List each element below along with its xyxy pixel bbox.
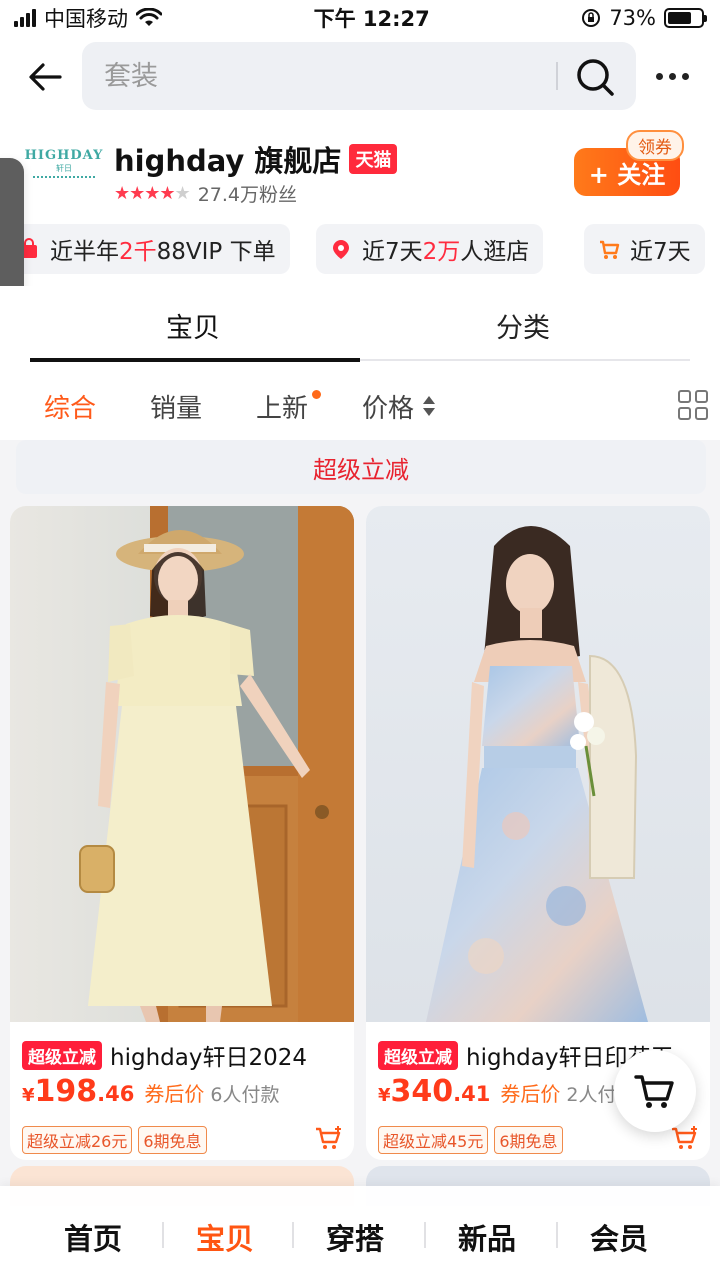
- battery-icon: [664, 8, 707, 28]
- nav-separator: [556, 1222, 558, 1248]
- store-name-row: highday 旗舰店 天猫: [114, 138, 398, 180]
- back-arrow-icon: [29, 63, 62, 91]
- after-coupon-label: 券后价: [144, 1082, 205, 1106]
- grid-view-toggle[interactable]: [678, 390, 708, 420]
- header-bar: [0, 36, 720, 118]
- search-box[interactable]: [82, 42, 636, 110]
- logo-brand-text: HIGHDAY: [24, 148, 104, 163]
- store-info: HIGHDAY 轩日 highday 旗舰店 天猫 ★★★★★ 27.4万粉丝 …: [0, 118, 720, 216]
- nav-separator: [292, 1222, 294, 1248]
- sort-price[interactable]: 价格: [362, 388, 414, 425]
- chip-text: 近半年2千88VIP 下单: [50, 239, 276, 265]
- store-name[interactable]: highday 旗舰店: [114, 138, 341, 180]
- product-photo-floral-dress: [366, 506, 710, 1022]
- status-time: 下午 12:27: [313, 7, 430, 31]
- logo-brand-subtext: 轩日: [56, 164, 72, 173]
- new-indicator-dot: [312, 390, 321, 399]
- promo-tags: 超级立减26元 6期免息: [22, 1126, 207, 1154]
- signal-icon: [14, 9, 36, 27]
- nav-new-arrivals[interactable]: 新品: [458, 1216, 516, 1258]
- nav-home[interactable]: 首页: [64, 1216, 122, 1258]
- price-row: ¥198.46 券后价 6人付款: [22, 1074, 279, 1109]
- super-discount-banner[interactable]: 超级立减: [16, 440, 706, 494]
- status-bar: 中国移动 下午 12:27 73%: [0, 0, 720, 36]
- nav-membership[interactable]: 会员: [590, 1216, 648, 1258]
- tmall-badge: 天猫: [349, 144, 398, 174]
- tab-categories[interactable]: 分类: [496, 306, 550, 345]
- price: ¥340.41: [378, 1074, 491, 1109]
- sort-new[interactable]: 上新: [256, 388, 308, 425]
- carrier-name: 中国移动: [44, 7, 128, 31]
- chip-vip-orders[interactable]: 近半年2千88VIP 下单: [4, 224, 290, 274]
- status-left: 中国移动: [14, 3, 162, 33]
- promo-tag: 超级立减26元: [22, 1126, 133, 1154]
- search-icon[interactable]: [574, 56, 616, 98]
- nav-separator: [424, 1222, 426, 1248]
- fan-count: 27.4万粉丝: [197, 184, 297, 206]
- add-to-cart-icon[interactable]: [670, 1124, 700, 1152]
- star-rating: ★★★★★: [114, 183, 191, 204]
- tab-products[interactable]: 宝贝: [166, 306, 220, 345]
- search-divider: [556, 62, 558, 90]
- product-photo-yellow-dress: [10, 506, 354, 1022]
- chip-visitors[interactable]: 近7天2万人逛店: [316, 224, 544, 274]
- store-logo[interactable]: HIGHDAY 轩日: [25, 148, 102, 206]
- price: ¥198.46: [22, 1074, 135, 1109]
- product-image[interactable]: [366, 506, 710, 1022]
- wifi-icon: [136, 8, 162, 26]
- store-tabs: 宝贝 分类: [0, 286, 720, 364]
- sales-count: 6人付款: [210, 1084, 280, 1106]
- search-input[interactable]: [104, 58, 544, 94]
- promo-tag: 6期免息: [138, 1126, 207, 1154]
- back-button[interactable]: [22, 54, 68, 100]
- store-highlights: 近半年2千88VIP 下单 近7天2万人逛店 近7天: [0, 216, 720, 286]
- side-floating-thumb: [0, 158, 24, 293]
- status-right: 73%: [581, 6, 707, 30]
- bottom-navigation: 首页 宝贝 穿搭 新品 会员: [0, 1186, 720, 1280]
- rating-row: ★★★★★ 27.4万粉丝: [114, 180, 297, 207]
- product-card[interactable]: 超级立减 highday轩日2024 ¥198.46 券后价 6人付款 超级立减…: [10, 506, 354, 1160]
- sort-sales[interactable]: 销量: [150, 388, 202, 425]
- chip-text: 近7天: [630, 239, 691, 265]
- product-title[interactable]: highday轩日2024: [110, 1038, 307, 1072]
- nav-outfits[interactable]: 穿搭: [326, 1216, 384, 1258]
- dot-icon: [668, 72, 676, 80]
- product-title-row: 超级立减 highday轩日2024: [22, 1038, 352, 1072]
- floating-cart-button[interactable]: [614, 1050, 696, 1132]
- super-discount-tag: 超级立减: [22, 1040, 102, 1070]
- tab-divider: [360, 359, 690, 361]
- rotation-lock-icon: [582, 9, 601, 27]
- nav-products[interactable]: 宝贝: [196, 1216, 254, 1258]
- product-image[interactable]: [10, 506, 354, 1022]
- super-discount-tag: 超级立减: [378, 1040, 458, 1070]
- sort-comprehensive[interactable]: 综合: [44, 388, 96, 425]
- tab-active-indicator: [30, 358, 360, 362]
- nav-separator: [162, 1222, 164, 1248]
- promo-tag: 6期免息: [494, 1126, 563, 1154]
- chip-cart[interactable]: 近7天: [584, 224, 705, 274]
- coupon-badge[interactable]: 领券: [626, 130, 684, 161]
- promo-tag: 超级立减45元: [378, 1126, 489, 1154]
- more-options-button[interactable]: [650, 54, 694, 98]
- chip-text: 近7天2万人逛店: [362, 239, 530, 265]
- location-icon: [333, 240, 349, 259]
- promo-tags: 超级立减45元 6期免息: [378, 1126, 563, 1154]
- add-to-cart-icon[interactable]: [314, 1124, 344, 1152]
- cart-icon: [634, 1075, 674, 1108]
- cart-icon: [600, 240, 620, 259]
- logo-decoration: [33, 176, 95, 184]
- battery-percent: 73%: [609, 6, 656, 30]
- dot-icon: [655, 72, 663, 80]
- price-row: ¥340.41 券后价 2人付款: [378, 1074, 635, 1109]
- after-coupon-label: 券后价: [500, 1082, 561, 1106]
- dot-icon: [681, 72, 689, 80]
- sort-arrows-icon: [423, 396, 435, 416]
- sort-bar: 综合 销量 上新 价格: [0, 364, 720, 440]
